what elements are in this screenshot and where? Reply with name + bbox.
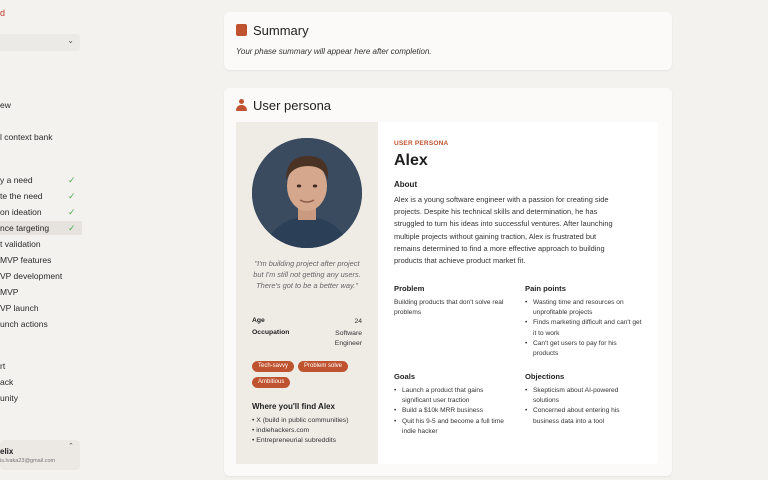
summary-title-text: Summary: [253, 23, 309, 38]
age-value: 24: [354, 318, 362, 325]
sidebar-item[interactable]: te the need ✓: [0, 189, 82, 203]
sidebar-item[interactable]: nce targeting ✓: [0, 221, 82, 235]
objection-item: Skepticism about AI-powered solutions: [525, 386, 643, 406]
sidebar-item-label: l context bank: [0, 132, 53, 142]
check-icon: ✓: [68, 223, 76, 233]
goal-item: Launch a product that gains significant …: [394, 386, 512, 406]
chevron-up-icon: ⌃: [68, 443, 74, 450]
persona-name: Alex: [394, 152, 428, 169]
tag-tech-savvy: Tech-savvy: [252, 361, 295, 372]
check-icon: ✓: [68, 191, 76, 201]
occupation-line-2: Engineer: [334, 340, 362, 348]
sidebar-item[interactable]: VP development: [0, 269, 82, 283]
where-item: Entrepreneurial subreddits: [252, 436, 348, 446]
sidebar-item-label: ew: [0, 100, 11, 110]
sidebar-item[interactable]: ack: [0, 375, 82, 389]
user-icon: [236, 99, 247, 111]
where-item: indiehackers.com: [252, 426, 348, 436]
sidebar-item-label: on ideation: [0, 207, 42, 217]
about-title: About: [394, 180, 418, 189]
objections-list: Skepticism about AI-powered solutions Co…: [525, 386, 643, 427]
summary-card: Summary Your phase summary will appear h…: [224, 12, 672, 70]
occupation-line-1: Software: [335, 330, 362, 337]
pain-list: Wasting time and resources on unprofitab…: [525, 298, 643, 359]
clipboard-icon: [236, 24, 247, 36]
avatar: [252, 138, 362, 248]
age-row: Age 24: [252, 317, 362, 325]
sidebar-item[interactable]: y a need ✓: [0, 173, 82, 187]
sidebar-item-label: y a need: [0, 175, 33, 185]
sidebar-item[interactable]: t validation: [0, 237, 82, 251]
summary-note: Your phase summary will appear here afte…: [236, 47, 432, 56]
user-account[interactable]: ⌃ elix is.lvaka23@gmail.com: [0, 440, 80, 470]
persona-profile: "I'm building project after project but …: [236, 122, 378, 464]
sidebar-item-label: nce targeting: [0, 223, 50, 233]
summary-title: Summary: [236, 23, 309, 38]
persona-eyebrow: USER PERSONA: [394, 140, 449, 147]
where-title: Where you'll find Alex: [252, 402, 335, 411]
sidebar-item-label: unch actions: [0, 319, 48, 329]
user-name: elix: [0, 447, 14, 456]
sidebar-item[interactable]: ew: [0, 98, 82, 112]
goal-item: Quit his 9-5 and become a full time indi…: [394, 417, 512, 437]
check-icon: ✓: [68, 207, 76, 217]
sidebar-item-label: t validation: [0, 239, 41, 249]
sidebar-item-label: VP launch: [0, 303, 39, 313]
pain-item: Can't get users to pay for his products: [525, 339, 643, 359]
goals-list: Launch a product that gains significant …: [394, 386, 512, 437]
occupation-row: Occupation Software Engineer: [252, 329, 362, 347]
sidebar-item[interactable]: rt: [0, 359, 82, 373]
sidebar-item-label: MVP features: [0, 255, 52, 265]
chevron-down-icon: ⌄: [67, 36, 74, 45]
pain-item: Finds marketing difficult and can't get …: [525, 318, 643, 338]
occupation-value: Software Engineer: [335, 329, 362, 349]
sidebar-item[interactable]: MVP: [0, 285, 82, 299]
persona-title: User persona: [236, 98, 331, 113]
sidebar-item[interactable]: on ideation ✓: [0, 205, 82, 219]
sidebar-item-label: unity: [0, 393, 18, 403]
persona-quote: "I'm building project after project but …: [253, 259, 361, 291]
problem-title: Problem: [394, 284, 425, 293]
sidebar-item-label: MVP: [0, 287, 19, 297]
tag-problem-solve: Problem solve: [298, 361, 349, 372]
sidebar: d ⌄ ew l context bank y a need ✓ te the need…: [0, 0, 82, 480]
sidebar-item-label: rt: [0, 361, 6, 371]
sidebar-item[interactable]: VP launch: [0, 301, 82, 315]
where-item: X (build in public communities): [252, 416, 348, 426]
problem-text: Building products that don't solve real …: [394, 299, 504, 317]
sidebar-item[interactable]: l context bank: [0, 130, 82, 144]
persona-card: User persona "I'm building project after…: [224, 88, 672, 476]
sidebar-item[interactable]: unity: [0, 391, 82, 405]
tag-ambitious: Ambitious: [252, 377, 291, 388]
goal-item: Build a $10k MRR business: [394, 406, 512, 416]
objections-title: Objections: [525, 372, 565, 381]
sidebar-item-label: te the need: [0, 191, 43, 201]
persona-title-text: User persona: [253, 98, 332, 113]
project-selector[interactable]: ⌄: [0, 34, 80, 51]
user-email: is.lvaka23@gmail.com: [0, 458, 56, 464]
sidebar-item-label: ack: [0, 377, 14, 387]
sidebar-item-label: VP development: [0, 271, 63, 281]
sidebar-item[interactable]: unch actions: [0, 317, 82, 331]
where-list: X (build in public communities) indiehac…: [252, 416, 348, 447]
about-text: Alex is a young software engineer with a…: [394, 195, 613, 266]
sidebar-title: d: [0, 8, 6, 18]
goals-title: Goals: [394, 372, 416, 381]
age-label: Age: [252, 317, 265, 324]
pain-item: Wasting time and resources on unprofitab…: [525, 298, 643, 318]
pain-title: Pain points: [525, 284, 566, 293]
sidebar-item[interactable]: MVP features: [0, 253, 82, 267]
persona-panel: "I'm building project after project but …: [236, 122, 658, 464]
check-icon: ✓: [68, 175, 76, 185]
objection-item: Concerned about entering his business da…: [525, 406, 643, 426]
occupation-label: Occupation: [252, 329, 290, 336]
